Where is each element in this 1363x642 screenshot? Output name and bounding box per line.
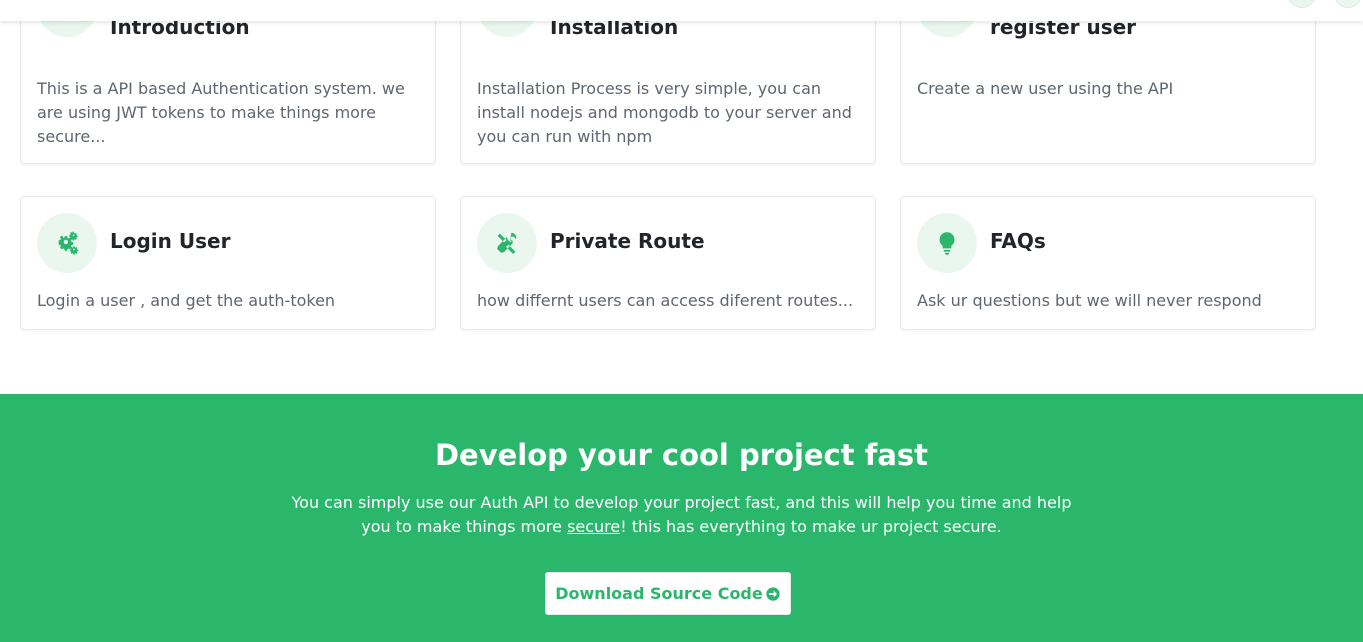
arrow-circle-right-icon <box>766 586 780 601</box>
card-title: Login User <box>110 229 231 253</box>
tools-icon <box>477 213 537 273</box>
feature-card-faqs[interactable]: FAQs Ask ur questions but we will never … <box>900 196 1316 330</box>
gears-icon <box>37 213 97 273</box>
cta-description: You can simply use our Auth API to devel… <box>280 491 1083 539</box>
feature-card-register-user[interactable]: register user Create a new user using th… <box>900 0 1316 164</box>
feature-card-login-user[interactable]: Login User Login a user , and get the au… <box>20 196 436 330</box>
card-description: Ask ur questions but we will never respo… <box>917 291 1262 310</box>
top-navbar <box>0 0 1363 21</box>
secure-link[interactable]: secure <box>567 517 620 536</box>
card-title: FAQs <box>990 229 1046 253</box>
card-title: Private Route <box>550 229 705 253</box>
feature-card-installation[interactable]: Installation Installation Process is ver… <box>460 0 876 164</box>
cta-section: Develop your cool project fast You can s… <box>0 394 1363 642</box>
card-description: This is a API based Authentication syste… <box>37 79 405 146</box>
card-description: Login a user , and get the auth-token <box>37 291 336 310</box>
card-description: Installation Process is very simple, you… <box>477 79 852 146</box>
cta-title: Develop your cool project fast <box>434 438 929 472</box>
lightbulb-icon <box>917 213 977 273</box>
download-source-code-button[interactable]: Download Source Code <box>545 572 791 615</box>
feature-card-introduction[interactable]: Introduction This is a API based Authent… <box>20 0 436 164</box>
button-label: Download Source Code <box>555 584 763 603</box>
card-description: how differnt users can access diferent r… <box>477 291 854 310</box>
card-description: Create a new user using the API <box>917 79 1174 98</box>
navbar-icon-button[interactable] <box>1288 0 1316 8</box>
feature-card-private-route[interactable]: Private Route how differnt users can acc… <box>460 196 876 330</box>
navbar-icon-button[interactable] <box>1334 0 1362 8</box>
cta-text-after: ! this has everything to make ur project… <box>620 517 1002 536</box>
